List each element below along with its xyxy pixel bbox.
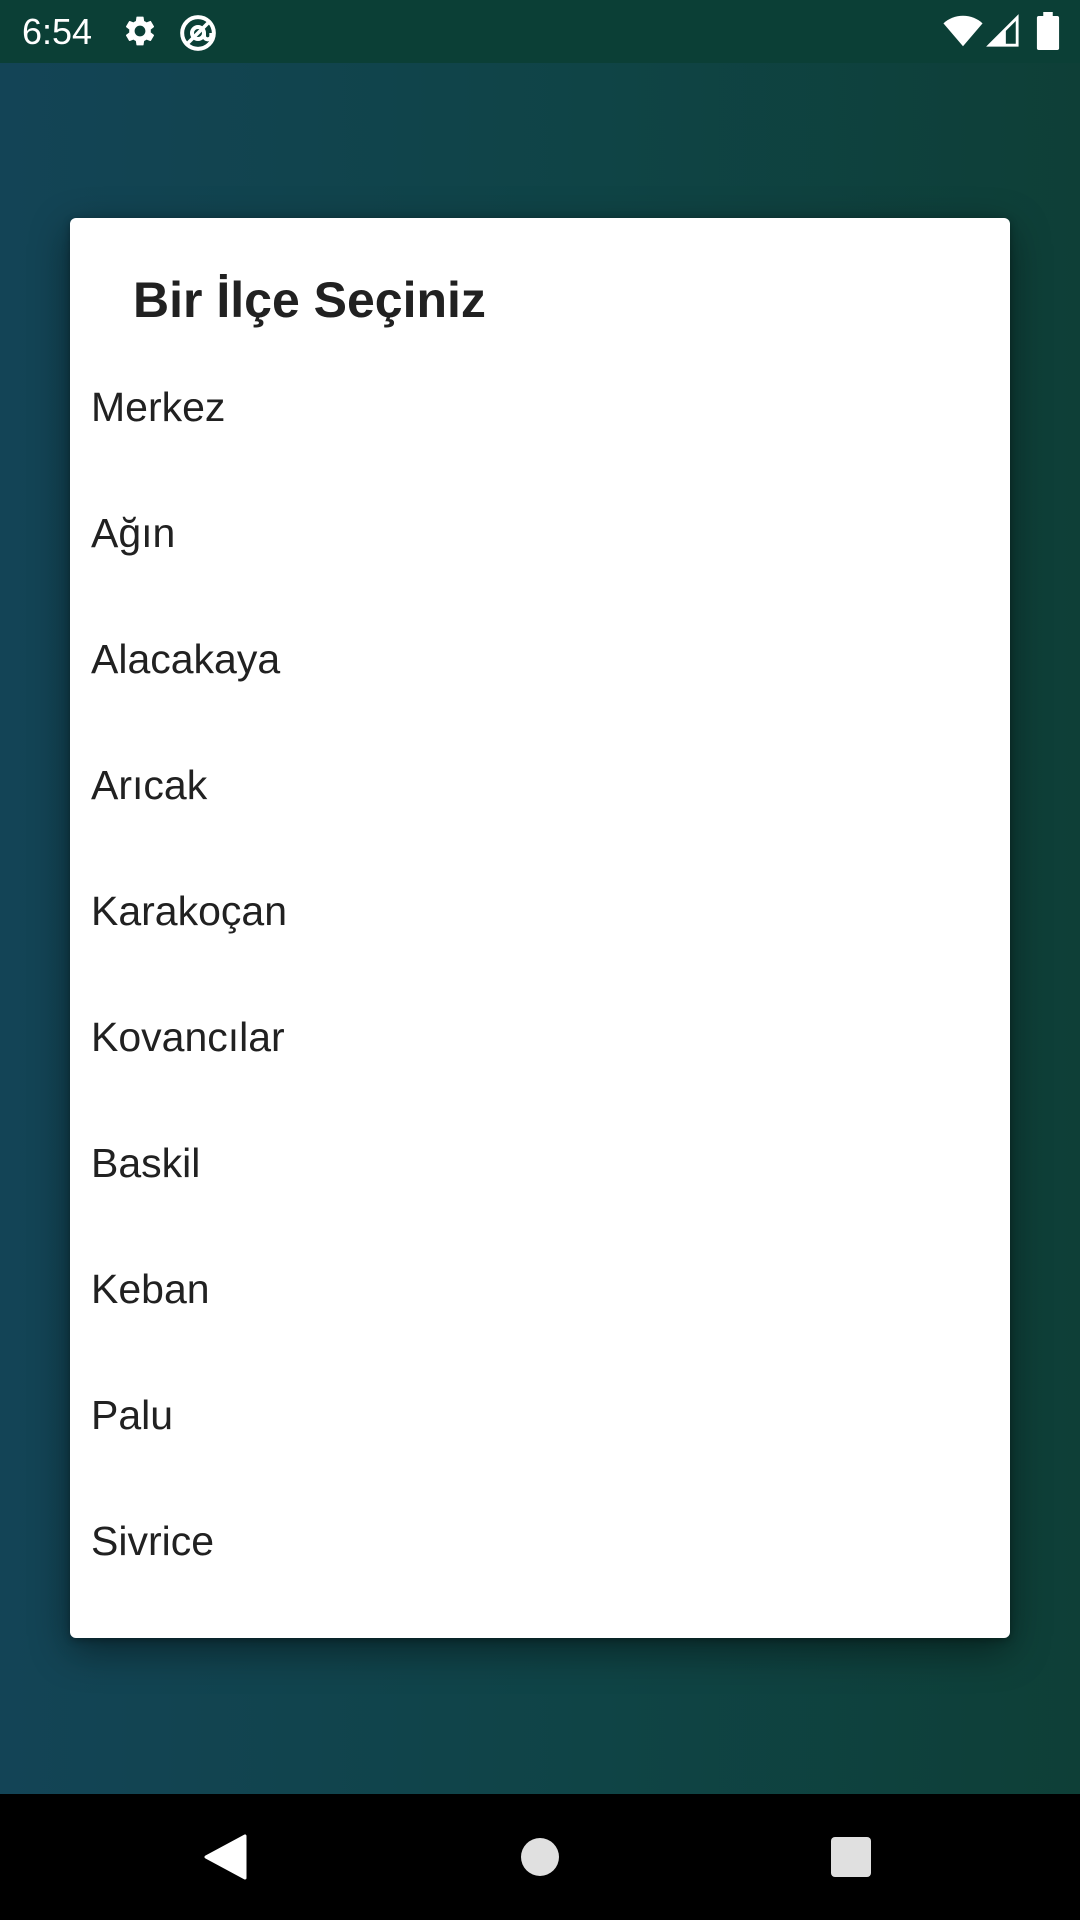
district-item[interactable]: Kovancılar bbox=[70, 974, 1010, 1100]
recents-icon bbox=[831, 1837, 871, 1877]
recents-button[interactable] bbox=[788, 1794, 914, 1920]
district-item[interactable]: Palu bbox=[70, 1352, 1010, 1478]
back-button[interactable] bbox=[162, 1794, 288, 1920]
home-icon bbox=[521, 1838, 559, 1876]
district-item[interactable]: Karakoçan bbox=[70, 848, 1010, 974]
navigation-bar bbox=[0, 1794, 1080, 1920]
district-item[interactable]: Alacakaya bbox=[70, 596, 1010, 722]
district-select-dialog: Bir İlçe Seçiniz Merkez Ağın Alacakaya A… bbox=[70, 218, 1010, 1638]
wifi-icon bbox=[943, 15, 983, 47]
home-button[interactable] bbox=[477, 1794, 603, 1920]
district-item[interactable]: Arıcak bbox=[70, 722, 1010, 848]
district-item[interactable]: Ağın bbox=[70, 470, 1010, 596]
district-item[interactable]: Baskil bbox=[70, 1100, 1010, 1226]
district-list: Merkez Ağın Alacakaya Arıcak Karakoçan K… bbox=[70, 384, 1010, 1604]
signal-icon bbox=[986, 14, 1019, 47]
screen: 6:54 Bir İlçe Seçiniz Merkez Ağın Alacak… bbox=[0, 0, 1080, 1920]
district-item[interactable]: Sivrice bbox=[70, 1478, 1010, 1604]
dialog-title: Bir İlçe Seçiniz bbox=[133, 272, 486, 328]
battery-icon bbox=[1036, 12, 1060, 50]
district-item[interactable]: Keban bbox=[70, 1226, 1010, 1352]
district-item[interactable]: Merkez bbox=[70, 344, 1010, 470]
gear-icon bbox=[125, 16, 155, 46]
at-sign-icon bbox=[180, 15, 216, 51]
status-time: 6:54 bbox=[22, 11, 93, 52]
back-icon bbox=[204, 1834, 247, 1880]
status-bar: 6:54 bbox=[0, 0, 1080, 63]
